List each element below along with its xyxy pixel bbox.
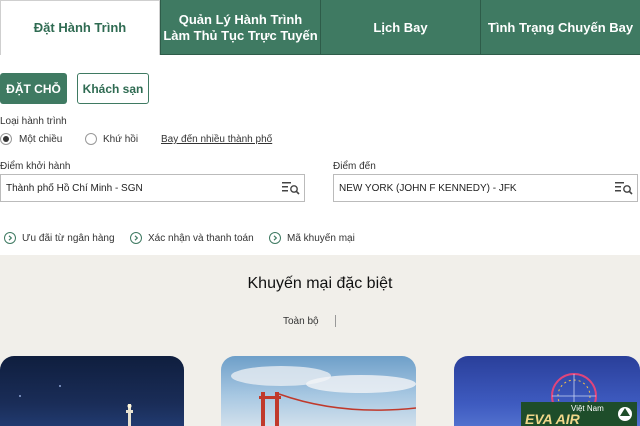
- tab-schedule-label: Lịch Bay: [373, 19, 428, 35]
- destination-label: Điểm đến: [333, 161, 376, 172]
- round-trip-label[interactable]: Khứ hồi: [103, 134, 138, 145]
- one-way-label[interactable]: Một chiều: [19, 134, 62, 145]
- promo-code-link[interactable]: Mã khuyến mại: [269, 232, 355, 244]
- origin-value: Thành phố Hồ Chí Minh - SGN: [6, 182, 143, 194]
- search-list-icon[interactable]: [615, 181, 633, 195]
- promo-filter-all[interactable]: Toàn bộ: [283, 316, 319, 327]
- tab-schedule[interactable]: Lịch Bay: [320, 0, 480, 55]
- eva-air-logo-graphic: Việt Nam EVA AIR: [525, 404, 632, 426]
- confirm-payment-link[interactable]: Xác nhận và thanh toán: [130, 232, 254, 244]
- bank-offers-label: Ưu đãi từ ngân hàng: [22, 232, 115, 244]
- promo-filter-divider: [335, 315, 336, 327]
- multi-city-link[interactable]: Bay đến nhiều thành phố: [161, 134, 272, 145]
- tab-manage-trip[interactable]: Quản Lý Hành Trình Làm Thủ Tục Trực Tuyế…: [160, 0, 320, 55]
- destination-value: NEW YORK (JOHN F KENNEDY) - JFK: [339, 182, 517, 194]
- chevron-right-icon: [4, 232, 16, 244]
- main-tabs: Đặt Hành Trình Quản Lý Hành Trình Làm Th…: [0, 0, 640, 55]
- hotel-button[interactable]: Khách sạn: [77, 73, 149, 104]
- origin-label: Điểm khởi hành: [0, 161, 71, 172]
- tab-book-trip[interactable]: Đặt Hành Trình: [0, 0, 160, 55]
- promo-code-label: Mã khuyến mại: [287, 232, 355, 244]
- book-button[interactable]: ĐẶT CHỖ: [0, 73, 67, 104]
- tab-book-trip-label: Đặt Hành Trình: [33, 20, 127, 35]
- tower-image: [19, 385, 133, 426]
- bank-offers-link[interactable]: Ưu đãi từ ngân hàng: [4, 232, 115, 244]
- search-list-icon[interactable]: [282, 181, 300, 195]
- promo-card-golden-gate[interactable]: [221, 356, 416, 426]
- promo-card-night-city[interactable]: [0, 356, 184, 426]
- tab-manage-trip-label: Quản Lý Hành Trình Làm Thủ Tục Trực Tuyế…: [163, 12, 317, 44]
- eva-air-vietnam-logo: Việt Nam EVA AIR: [521, 402, 637, 426]
- tab-flight-status[interactable]: Tình Trạng Chuyến Bay: [480, 0, 640, 55]
- confirm-payment-label: Xác nhận và thanh toán: [148, 232, 254, 244]
- chevron-right-icon: [130, 232, 142, 244]
- promo-title: Khuyến mại đặc biệt: [247, 275, 393, 292]
- tab-manage-trip-line1: Quản Lý Hành Trình: [178, 11, 303, 27]
- origin-input[interactable]: Thành phố Hồ Chí Minh - SGN: [0, 174, 305, 202]
- tab-flight-status-label: Tình Trạng Chuyến Bay: [487, 19, 634, 35]
- logo-brand-text: EVA AIR: [525, 411, 581, 426]
- bridge-image: [231, 366, 416, 426]
- one-way-radio[interactable]: [0, 133, 12, 145]
- tabs-divider: [160, 54, 640, 55]
- trip-type-label: Loại hành trình: [0, 116, 67, 127]
- destination-input[interactable]: NEW YORK (JOHN F KENNEDY) - JFK: [333, 174, 638, 202]
- chevron-right-icon: [269, 232, 281, 244]
- tab-manage-trip-line2: Làm Thủ Tục Trực Tuyến: [163, 27, 318, 43]
- round-trip-radio[interactable]: [85, 133, 97, 145]
